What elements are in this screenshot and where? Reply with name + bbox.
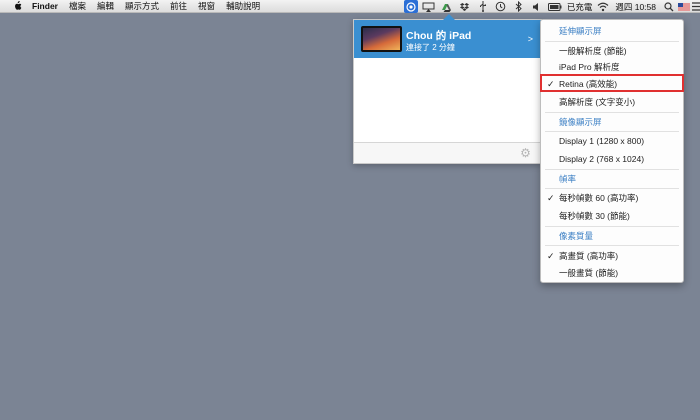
section-header-mirror-display: 鏡像顯示屏: [541, 113, 683, 131]
device-row[interactable]: Chou 的 iPad 連接了 2 分鐘 >: [354, 20, 541, 58]
search-icon[interactable]: [662, 1, 676, 13]
menu-item-label: Display 1 (1280 x 800): [559, 136, 645, 146]
menu-item-high-resolution[interactable]: 高解析度 (文字变小): [541, 93, 683, 111]
annotation-highlight-box: [540, 74, 684, 92]
menu-item-fps-30[interactable]: 每秒幀數 30 (節能): [541, 207, 683, 225]
time-machine-icon[interactable]: [494, 1, 508, 13]
menu-item-normal-quality[interactable]: 一般畫質 (節能): [541, 264, 683, 282]
menu-edit[interactable]: 編輯: [97, 0, 114, 12]
menu-item-label: 高解析度 (文字变小): [559, 97, 636, 107]
menu-item-label: 一般畫質 (節能): [559, 268, 619, 278]
panel-footer: ⚙: [354, 142, 541, 163]
clock[interactable]: 週四 10:58: [615, 1, 656, 13]
wifi-icon[interactable]: [596, 1, 610, 13]
checkmark-icon: ✓: [547, 250, 555, 261]
section-header-label: 鏡像顯示屏: [559, 117, 602, 127]
bluetooth-icon[interactable]: [512, 1, 526, 13]
notification-center-icon[interactable]: [692, 1, 700, 13]
language-flag-icon[interactable]: [678, 1, 690, 13]
volume-icon[interactable]: [530, 1, 544, 13]
section-header-frame-rate: 幀率: [541, 170, 683, 188]
section-header-extended-display: 延伸顯示屏: [541, 22, 683, 40]
section-header-pixel-quality: 像素質量: [541, 227, 683, 245]
section-header-label: 像素質量: [559, 231, 594, 241]
menu-window[interactable]: 視窗: [198, 0, 215, 12]
duet-display-icon[interactable]: [403, 0, 418, 13]
battery-status[interactable]: 已充電: [567, 1, 593, 13]
ipad-thumbnail: [361, 26, 402, 52]
menu-go[interactable]: 前往: [170, 0, 187, 12]
menu-divider: [545, 245, 679, 246]
section-header-label: 延伸顯示屏: [559, 26, 602, 36]
section-header-label: 幀率: [559, 174, 577, 184]
device-panel: Chou 的 iPad 連接了 2 分鐘 > ⚙: [353, 14, 542, 164]
menu-item-high-quality[interactable]: ✓ 高畫質 (高功率): [541, 247, 683, 265]
menu-view[interactable]: 顯示方式: [125, 0, 159, 12]
menu-help[interactable]: 輔助說明: [226, 0, 260, 12]
chevron-right-icon[interactable]: >: [528, 34, 533, 44]
display-options-menu: 延伸顯示屏 一般解析度 (節能) iPad Pro 解析度 ✓ Retina (…: [540, 19, 684, 283]
menu-item-label: 每秒幀數 30 (節能): [559, 211, 630, 221]
device-name: Chou 的 iPad: [406, 30, 472, 42]
google-drive-icon[interactable]: [440, 1, 454, 13]
menu-item-display-1[interactable]: Display 1 (1280 x 800): [541, 132, 683, 150]
menu-item-label: 高畫質 (高功率): [559, 251, 619, 261]
menu-item-label: 每秒幀數 60 (高功率): [559, 193, 639, 203]
menu-finder[interactable]: Finder: [32, 1, 58, 11]
device-connection-status: 連接了 2 分鐘: [406, 43, 455, 52]
menu-item-fps-60[interactable]: ✓ 每秒幀數 60 (高功率): [541, 189, 683, 207]
gear-icon[interactable]: ⚙: [519, 147, 532, 160]
usb-icon[interactable]: [476, 1, 490, 13]
menu-item-label: Display 2 (768 x 1024): [559, 154, 645, 164]
battery-icon[interactable]: [547, 1, 562, 13]
airplay-display-icon[interactable]: [422, 1, 436, 13]
menu-file[interactable]: 檔案: [69, 0, 86, 12]
menu-item-label: 一般解析度 (節能): [559, 46, 627, 56]
menu-item-display-2[interactable]: Display 2 (768 x 1024): [541, 150, 683, 168]
menu-bar: Finder 檔案 編輯 顯示方式 前往 視窗 輔助說明 已充電 週四 10:5…: [0, 0, 700, 13]
status-area: 已充電 週四 10:58: [400, 0, 700, 13]
apple-icon[interactable]: [11, 1, 23, 11]
dropbox-icon[interactable]: [458, 1, 472, 13]
menu-item-label: iPad Pro 解析度: [559, 62, 620, 72]
checkmark-icon: ✓: [547, 192, 555, 203]
